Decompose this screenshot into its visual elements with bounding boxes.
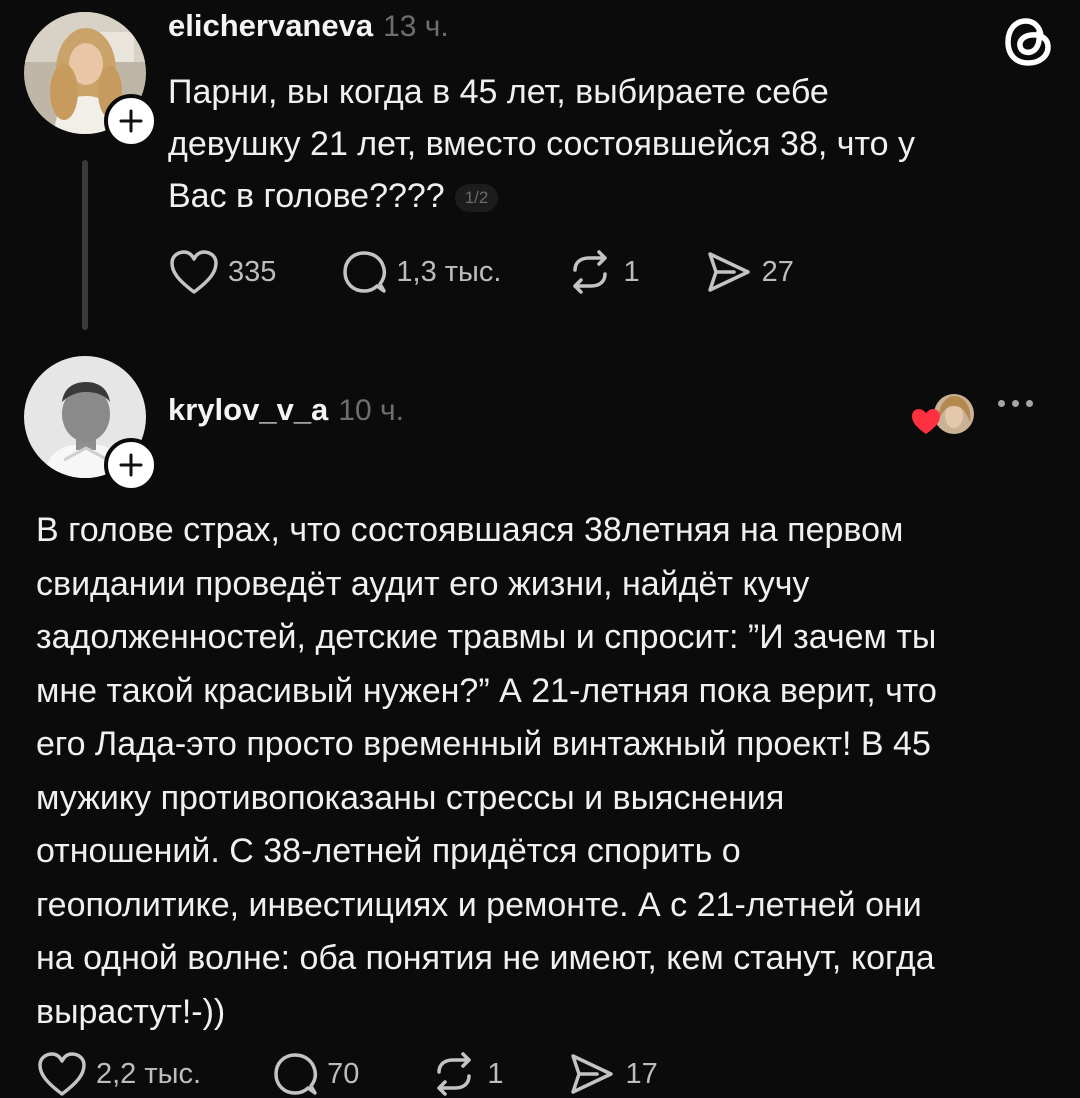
post-repost-button[interactable]: 1 [565, 248, 640, 296]
post-username[interactable]: elichervaneva [168, 8, 373, 43]
reply-reply-button[interactable]: 70 [271, 1050, 359, 1098]
reply-text-line: мне такой красивый нужен?” А 21-летняя п… [36, 671, 937, 710]
reply-timestamp: 10 ч. [338, 394, 404, 427]
reply-reply-count: 70 [327, 1057, 360, 1090]
comment-icon [343, 251, 387, 293]
post-like-button[interactable]: 335 [168, 248, 276, 296]
follow-plus-button[interactable] [104, 94, 158, 148]
post-share-count: 27 [761, 255, 794, 288]
reply-text-line: свидании проведёт аудит его жизни, найдё… [36, 564, 810, 603]
follow-plus-button[interactable] [104, 438, 158, 492]
more-dots-icon [998, 400, 1005, 407]
send-icon [707, 252, 750, 292]
reply-text-line: мужику противопоказаны стрессы и выяснен… [36, 778, 785, 817]
repost-icon [573, 250, 608, 294]
post-action-bar: 335 1,3 тыс. 1 27 [168, 248, 794, 296]
liked-by-author-indicator[interactable] [912, 392, 974, 440]
more-options-button[interactable] [998, 400, 1033, 407]
post-body: Парни, вы когда в 45 лет, выбираете себе… [168, 66, 1028, 222]
post-share-button[interactable]: 27 [704, 248, 794, 296]
thread-connector-line [82, 160, 88, 330]
post-header: elichervaneva 13 ч. [168, 8, 449, 44]
reply-text-line: задолженностей, детские травмы и спросит… [36, 618, 937, 656]
post-timestamp: 13 ч. [383, 10, 449, 43]
post-text-line: Вас в голове???? 1/2 [168, 170, 1028, 222]
plus-icon [119, 109, 143, 133]
reply-like-button[interactable]: 2,2 тыс. [36, 1050, 201, 1098]
reply-action-bar: 2,2 тыс. 70 1 17 [36, 1050, 658, 1098]
reply-text-line: отношений. С 38-летней придётся спорить … [36, 832, 741, 870]
repost-icon [437, 1052, 472, 1096]
reply-header: krylov_v_a 10 ч. [168, 392, 404, 428]
reply-share-count: 17 [625, 1057, 658, 1090]
post-reply-button[interactable]: 1,3 тыс. [340, 248, 501, 296]
reply-text-line: геополитике, инвестициях и ремонте. А с … [36, 885, 922, 924]
heart-icon [170, 250, 218, 294]
page-indicator-badge: 1/2 [454, 184, 499, 213]
reply-text-line: В голове страх, что состоявшаяся 38летня… [36, 511, 904, 549]
reply-text-line: вырастут!-)) [36, 992, 226, 1031]
reply-body: В голове страх, что состоявшаяся 38летня… [36, 504, 1056, 1039]
post-like-count: 335 [228, 255, 277, 288]
reply-text-line: его Лада-это просто временный винтажный … [36, 725, 931, 763]
heart-icon [38, 1052, 86, 1096]
post-text-line: девушку 21 лет, вместо состоявшейся 38, … [168, 125, 916, 163]
post-repost-count: 1 [623, 255, 640, 288]
reply-text-line: на одной волне: оба понятия не имеют, ке… [36, 939, 935, 977]
comment-icon [274, 1053, 318, 1095]
post-text-line: Парни, вы когда в 45 лет, выбираете себе [168, 73, 829, 111]
post-reply-count: 1,3 тыс. [396, 255, 502, 288]
reply-repost-button[interactable]: 1 [429, 1050, 503, 1098]
reply-like-count: 2,2 тыс. [96, 1057, 202, 1090]
plus-icon [119, 453, 143, 477]
reply-repost-count: 1 [487, 1057, 504, 1090]
reply-username[interactable]: krylov_v_a [168, 392, 328, 427]
send-icon [571, 1054, 614, 1094]
reply-share-button[interactable]: 17 [567, 1050, 658, 1098]
liked-by-avatar-icon [912, 394, 974, 434]
